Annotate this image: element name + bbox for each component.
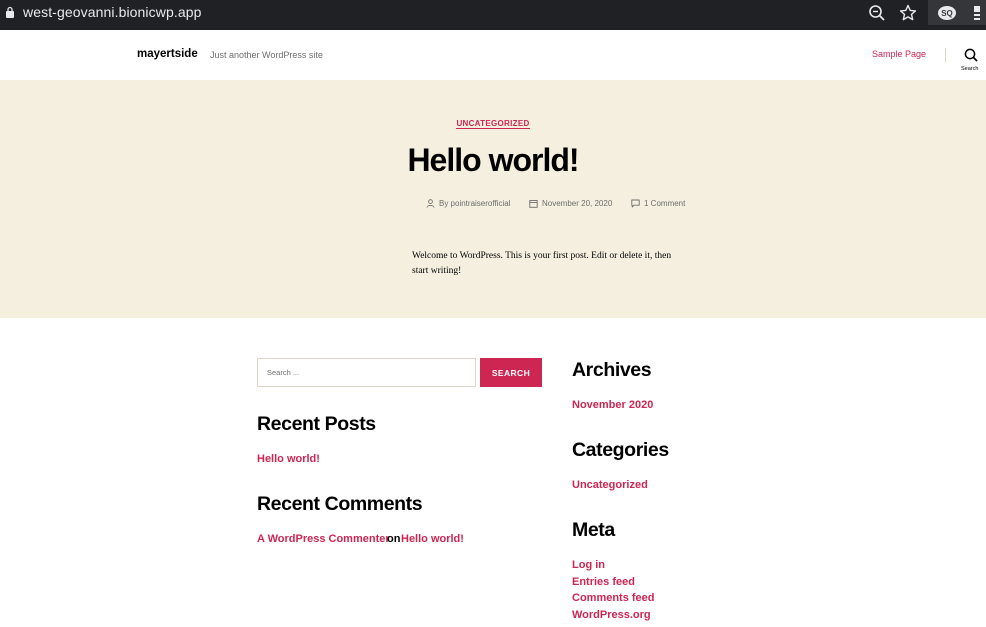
meta-entries-feed-link[interactable]: Entries feed xyxy=(572,576,635,588)
archive-link[interactable]: November 2020 xyxy=(572,399,653,411)
comment-icon xyxy=(631,199,640,207)
search-input[interactable] xyxy=(257,358,476,387)
meta-comments-feed-link[interactable]: Comments feed xyxy=(572,592,655,604)
post-category: UNCATEGORIZED xyxy=(0,119,986,129)
user-icon xyxy=(426,198,435,208)
recent-comments-title: Recent Comments xyxy=(257,493,423,515)
nav-sample-page[interactable]: Sample Page xyxy=(872,49,926,59)
browser-menu-icon[interactable] xyxy=(972,3,982,23)
lock-icon xyxy=(6,6,14,18)
url-text[interactable]: west-geovanni.bionicwp.app xyxy=(23,4,202,20)
meta-wordpress-org-link[interactable]: WordPress.org xyxy=(572,609,651,621)
post-date-link[interactable]: November 20, 2020 xyxy=(542,199,612,208)
post-content: Welcome to WordPress. This is your first… xyxy=(412,249,702,279)
extension-icon[interactable]: SQ xyxy=(936,3,958,23)
post-comments: 1 Comment xyxy=(631,197,685,209)
calendar-icon xyxy=(529,199,538,208)
post-date: November 20, 2020 xyxy=(529,197,612,209)
post-header: UNCATEGORIZED Hello world! By pointraise… xyxy=(0,80,986,318)
recent-posts-title: Recent Posts xyxy=(257,413,376,435)
post-author-link[interactable]: By pointraiserofficial xyxy=(439,199,510,208)
site-description: Just another WordPress site xyxy=(210,50,323,60)
meta-login-link[interactable]: Log in xyxy=(572,559,605,571)
post-content-line: Welcome to WordPress. This is your first… xyxy=(412,251,672,261)
header-divider xyxy=(945,48,946,62)
browser-chrome: west-geovanni.bionicwp.app SQ xyxy=(0,0,986,30)
site-header: mayertside Just another WordPress site S… xyxy=(0,30,986,80)
search-icon xyxy=(964,48,978,62)
address-bar[interactable]: west-geovanni.bionicwp.app xyxy=(0,0,928,25)
comment-post-link[interactable]: Hello world! xyxy=(401,533,464,545)
meta-title: Meta xyxy=(572,519,615,541)
post-title[interactable]: Hello world! xyxy=(0,142,986,179)
comment-connector: on xyxy=(387,533,401,545)
search-toggle-button[interactable]: Search xyxy=(958,46,984,74)
site-title[interactable]: mayertside xyxy=(137,48,198,60)
archives-title: Archives xyxy=(572,359,652,381)
comment-author-link[interactable]: A WordPress Commenter xyxy=(257,533,390,545)
post-content-line: start writing! xyxy=(412,266,462,276)
search-button[interactable]: SEARCH xyxy=(480,358,542,387)
extension-label: SQ xyxy=(941,9,953,18)
categories-title: Categories xyxy=(572,439,669,461)
footer-widgets: SEARCH Recent Posts Hello world! Recent … xyxy=(0,318,986,627)
recent-post-link[interactable]: Hello world! xyxy=(257,453,320,465)
category-widget-link[interactable]: Uncategorized xyxy=(572,479,648,491)
category-link[interactable]: UNCATEGORIZED xyxy=(456,119,530,129)
post-comments-link[interactable]: 1 Comment xyxy=(644,199,685,208)
bookmark-star-icon[interactable] xyxy=(898,3,918,23)
post-author: By pointraiserofficial xyxy=(426,197,510,209)
search-toggle-label: Search xyxy=(961,66,979,72)
zoom-out-icon[interactable] xyxy=(867,3,887,23)
